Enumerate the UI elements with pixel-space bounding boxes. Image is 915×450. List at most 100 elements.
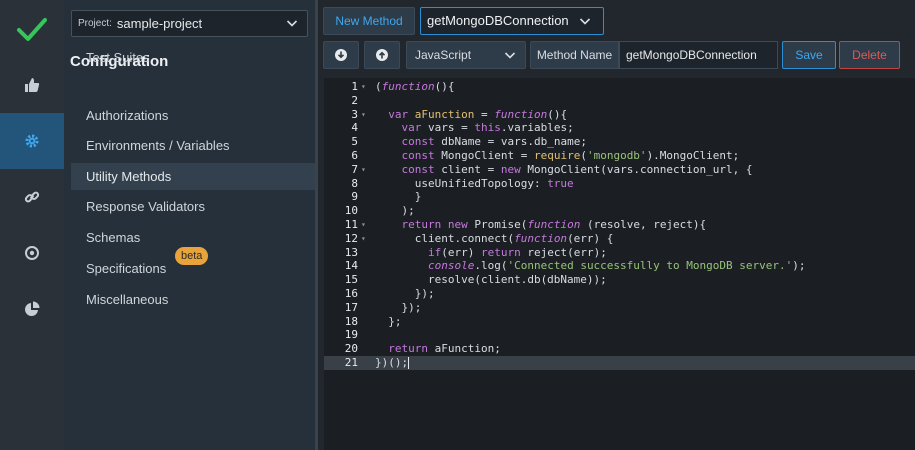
beta-badge: beta — [175, 247, 209, 265]
line-number: 16 — [344, 286, 358, 300]
method-select[interactable]: getMongoDBConnection — [420, 7, 604, 35]
fold-arrow-icon[interactable]: ▾ — [361, 163, 366, 177]
project-value: sample-project — [116, 16, 203, 31]
code-line[interactable]: 17 }); — [324, 301, 915, 315]
line-number: 19 — [344, 328, 358, 342]
arrow-up-circle-icon — [376, 49, 388, 61]
code-editor[interactable]: 1 ▾ (function(){2 3 ▾ var aFunction = functi… — [324, 78, 915, 450]
nav-item-label: Test Suites — [86, 50, 150, 65]
rail-item-configuration[interactable] — [0, 113, 64, 169]
code-line[interactable]: 6 const MongoClient = require('mongodb')… — [324, 149, 915, 163]
line-number: 1 — [351, 80, 358, 93]
line-number: 20 — [344, 342, 358, 356]
code-text: return new Promise(function (resolve, re… — [401, 217, 707, 231]
delete-button[interactable]: Delete — [839, 41, 900, 69]
code-text: const client = new MongoClient(vars.conn… — [401, 162, 753, 176]
code-line[interactable]: 4 var vars = this.variables; — [324, 121, 915, 135]
new-method-button[interactable]: New Method — [323, 7, 415, 35]
code-line[interactable]: 8 useUnifiedTopology: true — [324, 177, 915, 191]
fold-arrow-icon[interactable]: ▾ — [361, 108, 366, 122]
download-button[interactable] — [323, 41, 359, 69]
code-line[interactable]: 21 })(); — [324, 355, 915, 370]
line-number: 14 — [344, 259, 358, 273]
code-line[interactable]: 13 if(err) return reject(err); — [324, 246, 915, 260]
line-number: 21 — [344, 355, 358, 369]
rail-item-monitor[interactable] — [0, 225, 64, 281]
code-line[interactable]: 12 ▾ client.connect(function(err) { — [324, 232, 915, 246]
line-number: 12 — [344, 231, 358, 245]
code-line[interactable]: 1 ▾ (function(){ — [324, 80, 915, 94]
fold-arrow-icon[interactable]: ▾ — [361, 232, 366, 246]
line-number: 8 — [351, 176, 358, 190]
line-number: 5 — [351, 135, 358, 149]
code-text: })(); — [375, 355, 410, 369]
rail-item-integrations[interactable] — [0, 169, 64, 225]
code-text: (function(){ — [375, 80, 455, 93]
thumbs-up-icon — [25, 78, 40, 92]
rail-item-tests[interactable] — [0, 57, 64, 113]
code-line[interactable]: 7 ▾ const client = new MongoClient(vars.c… — [324, 163, 915, 177]
nav-item-authorizations[interactable]: Authorizations — [71, 102, 315, 129]
code-line[interactable]: 15 resolve(client.db(dbName)); — [324, 273, 915, 287]
code-line[interactable]: 5 const dbName = vars.db_name; — [324, 135, 915, 149]
code-text: ); — [375, 204, 415, 218]
code-text: const MongoClient = require('mongodb').M… — [401, 148, 740, 162]
code-text: var vars = this.variables; — [401, 121, 574, 135]
line-number: 2 — [351, 93, 358, 107]
save-button[interactable]: Save — [782, 41, 836, 69]
gear-icon — [25, 134, 39, 148]
nav-item-label: Environments / Variables — [86, 138, 230, 153]
rail-item-home[interactable] — [0, 2, 64, 58]
method-select-value: getMongoDBConnection — [427, 13, 569, 28]
nav-item-environments[interactable]: Environments / Variables — [71, 132, 315, 159]
code-text: if(err) return reject(err); — [427, 245, 607, 259]
code-text: const dbName = vars.db_name; — [401, 135, 587, 149]
line-number: 11 — [344, 217, 358, 231]
method-name-input[interactable]: getMongoDBConnection — [619, 41, 778, 69]
code-line[interactable]: 20 return aFunction; — [324, 342, 915, 356]
nav-item-miscellaneous[interactable]: Miscellaneous — [71, 286, 315, 313]
code-text: client.connect(function(err) { — [375, 231, 614, 245]
language-select[interactable]: JavaScript — [406, 41, 526, 69]
rail-item-reports[interactable] — [0, 281, 64, 337]
nav-item-test-suites[interactable]: Test Suites — [71, 44, 315, 71]
panel-divider[interactable] — [315, 0, 318, 450]
nav-item-utility-methods[interactable]: Utility Methods — [71, 163, 315, 190]
code-line[interactable]: 18 }; — [324, 315, 915, 329]
target-icon — [25, 246, 39, 260]
language-value: JavaScript — [415, 48, 472, 62]
code-line[interactable]: 16 }); — [324, 287, 915, 301]
code-text: }); — [375, 300, 422, 314]
pie-chart-icon — [25, 301, 40, 316]
code-text: console.log('Connected successfully to M… — [427, 259, 806, 273]
code-text: }; — [375, 314, 402, 328]
code-line[interactable]: 14 console.log('Connected successfully t… — [324, 259, 915, 273]
fold-arrow-icon[interactable]: ▾ — [361, 80, 366, 94]
line-number: 7 — [351, 162, 358, 176]
arrow-down-circle-icon — [335, 49, 347, 61]
code-line[interactable]: 9 } — [324, 190, 915, 204]
nav-item-response-validators[interactable]: Response Validators — [71, 193, 315, 220]
code-line[interactable]: 2 — [324, 94, 915, 108]
code-line[interactable]: 3 ▾ var aFunction = function(){ — [324, 108, 915, 122]
upload-button[interactable] — [364, 41, 400, 69]
config-nav: Project: sample-project Configuration Te… — [64, 0, 315, 450]
code-text: resolve(client.db(dbName)); — [375, 273, 607, 287]
project-select[interactable]: Project: sample-project — [71, 10, 308, 37]
check-icon — [17, 18, 47, 41]
code-line[interactable]: 19 — [324, 328, 915, 342]
fold-arrow-icon[interactable]: ▾ — [361, 218, 366, 232]
code-line[interactable]: 10 ); — [324, 204, 915, 218]
code-line[interactable]: 11 ▾ return new Promise(function (resolve… — [324, 218, 915, 232]
link-icon — [24, 191, 40, 203]
nav-item-label: Miscellaneous — [86, 292, 169, 307]
text-cursor — [408, 356, 410, 369]
line-number: 4 — [351, 121, 358, 135]
nav-item-label: Schemas — [86, 230, 141, 245]
chevron-down-icon — [504, 52, 516, 59]
line-number: 15 — [344, 273, 358, 287]
nav-item-specifications[interactable]: Specifications beta — [71, 247, 315, 282]
line-number: 10 — [344, 204, 358, 218]
nav-item-label: Specifications — [86, 261, 167, 276]
line-number: 9 — [351, 190, 358, 204]
